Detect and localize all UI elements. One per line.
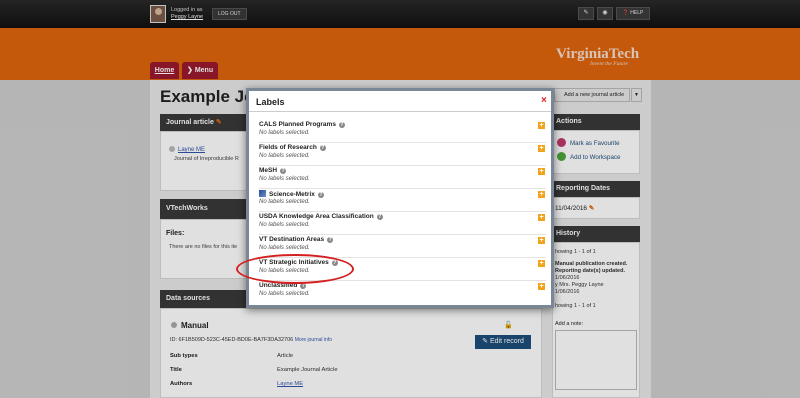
help-icon[interactable]: ? — [319, 145, 326, 151]
help-icon[interactable]: ? — [280, 168, 287, 174]
no-labels-text: No labels selected. — [259, 291, 310, 297]
no-labels-text: No labels selected. — [259, 222, 310, 228]
label-category-text: Science-Metrix — [269, 191, 315, 198]
add-label-button[interactable]: + — [538, 191, 545, 198]
add-label-button[interactable]: + — [538, 237, 545, 244]
label-category-name: VT Destination Areas? — [259, 236, 334, 243]
no-labels-text: No labels selected. — [259, 153, 310, 159]
label-category-name: Science-Metrix? — [259, 190, 324, 198]
label-category-text: MeSH — [259, 167, 278, 174]
no-labels-text: No labels selected. — [259, 130, 310, 136]
no-labels-text: No labels selected. — [259, 199, 310, 205]
help-icon[interactable]: ? — [327, 237, 334, 243]
label-category-cals: CALS Planned Programs? No labels selecte… — [259, 121, 546, 143]
no-labels-text: No labels selected. — [259, 245, 310, 251]
add-label-button[interactable]: + — [538, 283, 545, 290]
add-label-button[interactable]: + — [538, 122, 545, 129]
annotation-highlight-ellipse — [236, 254, 354, 284]
label-category-name: USDA Knowledge Area Classification? — [259, 213, 383, 220]
label-category-text: CALS Planned Programs — [259, 121, 336, 128]
science-metrix-icon — [259, 190, 266, 197]
label-category-name: Fields of Research? — [259, 144, 326, 151]
label-category-text: VT Destination Areas — [259, 236, 325, 243]
add-label-button[interactable]: + — [538, 260, 545, 267]
close-icon[interactable]: × — [541, 95, 547, 106]
label-category-fields-of-research: Fields of Research? No labels selected. … — [259, 144, 546, 166]
help-icon[interactable]: ? — [338, 122, 345, 128]
help-icon[interactable]: ? — [317, 192, 324, 198]
add-label-button[interactable]: + — [538, 214, 545, 221]
label-category-mesh: MeSH? No labels selected. + — [259, 167, 546, 189]
label-category-usda: USDA Knowledge Area Classification? No l… — [259, 213, 546, 235]
label-category-text: Fields of Research — [259, 144, 317, 151]
label-category-text: USDA Knowledge Area Classification — [259, 213, 374, 220]
add-label-button[interactable]: + — [538, 168, 545, 175]
label-category-name: CALS Planned Programs? — [259, 121, 345, 128]
no-labels-text: No labels selected. — [259, 176, 310, 182]
modal-title: Labels — [256, 97, 285, 107]
add-label-button[interactable]: + — [538, 145, 545, 152]
help-icon[interactable]: ? — [376, 214, 383, 220]
label-category-unclassified: Unclassified? No labels selected. + — [259, 282, 546, 304]
modal-divider — [249, 111, 551, 112]
label-category-name: MeSH? — [259, 167, 287, 174]
label-category-science-metrix: Science-Metrix? No labels selected. + — [259, 190, 546, 212]
